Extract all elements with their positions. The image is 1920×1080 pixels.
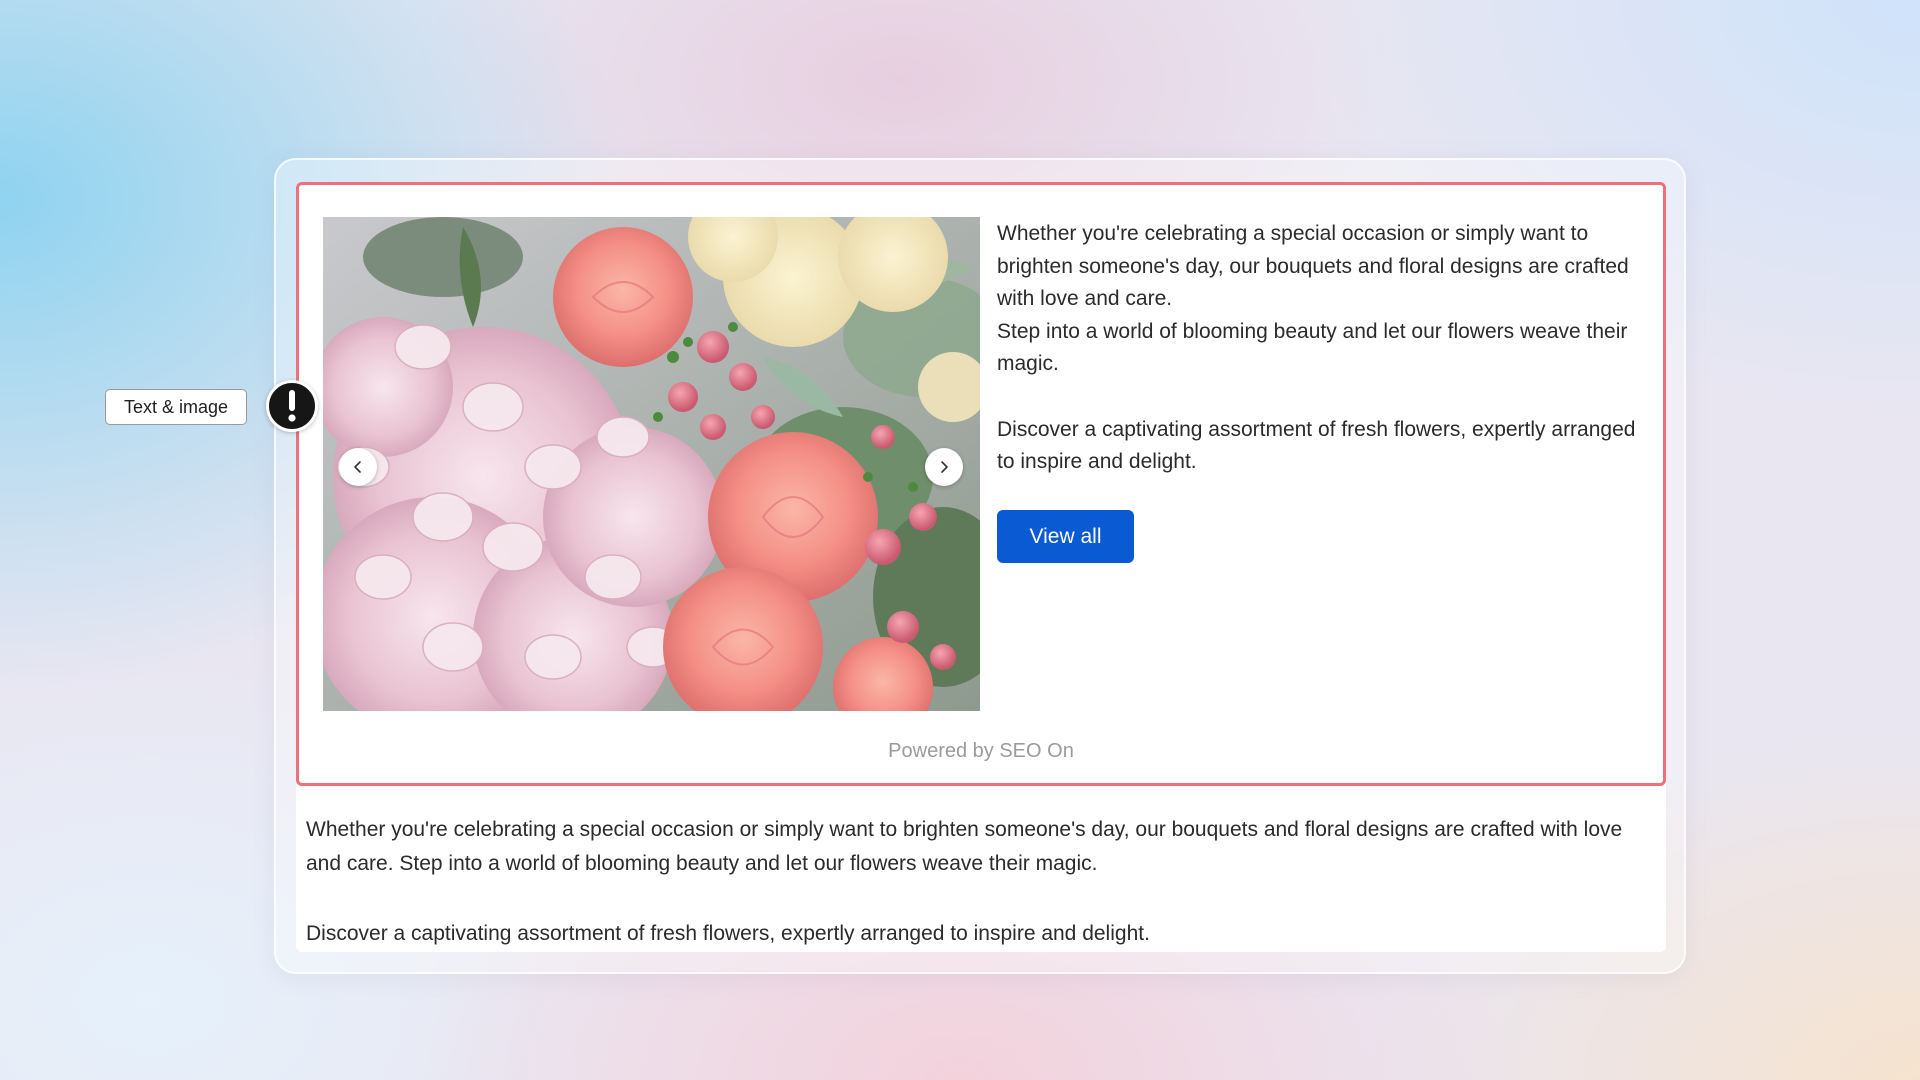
section-paragraph-2: Step into a world of blooming beauty and… bbox=[997, 319, 1628, 376]
carousel-next-button[interactable] bbox=[925, 448, 963, 486]
section-text: Whether you're celebrating a special occ… bbox=[997, 218, 1647, 479]
chevron-left-icon bbox=[354, 461, 361, 473]
section-status-badge[interactable] bbox=[266, 380, 318, 432]
flower-bouquet-image bbox=[323, 217, 980, 711]
view-all-button[interactable]: View all bbox=[997, 510, 1134, 563]
powered-by-label: Powered by SEO On bbox=[888, 740, 1074, 762]
body-paragraph-1: Whether you're celebrating a special occ… bbox=[306, 818, 1623, 875]
section-type-tag[interactable]: Text & image bbox=[105, 389, 248, 425]
section-paragraph-1: Whether you're celebrating a special occ… bbox=[997, 222, 1629, 310]
body-paragraph-2: Discover a captivating assortment of fre… bbox=[306, 922, 1150, 945]
carousel-prev-button[interactable] bbox=[339, 448, 377, 486]
exclamation-icon bbox=[288, 390, 296, 422]
section-paragraph-3: Discover a captivating assortment of fre… bbox=[997, 417, 1636, 474]
page-body-text: Whether you're celebrating a special occ… bbox=[306, 813, 1656, 951]
image-carousel[interactable] bbox=[323, 217, 980, 711]
chevron-right-icon bbox=[941, 461, 948, 473]
